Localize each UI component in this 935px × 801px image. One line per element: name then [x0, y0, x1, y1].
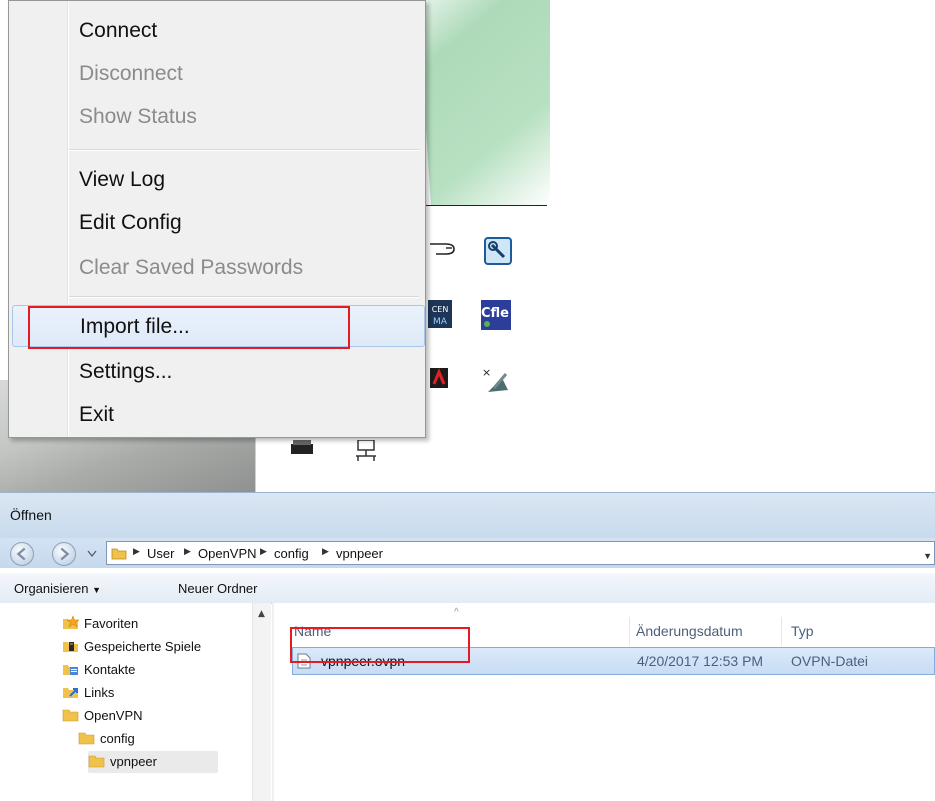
address-dropdown-icon[interactable]: ▼	[923, 551, 932, 561]
dialog-toolbar: Organisieren ▼ Neuer Ordner	[0, 573, 935, 604]
saved-games-icon	[62, 638, 80, 654]
panel-divider	[425, 205, 547, 206]
cfile-icon[interactable]: Cfle	[481, 300, 511, 330]
navigation-row: ▶ User ▶ OpenVPN ▶ config ▶ vpnpeer ▼	[0, 538, 935, 568]
navigation-pane-scrollbar[interactable]: ▲	[252, 603, 271, 801]
breadcrumb-vpnpeer[interactable]: vpnpeer	[336, 546, 383, 561]
svg-text:×: ×	[482, 366, 491, 379]
column-divider[interactable]	[629, 617, 630, 645]
tray-context-menu: Connect Disconnect Show Status View Log …	[8, 0, 426, 438]
breadcrumb-separator: ▶	[184, 546, 191, 556]
forward-arrow-icon	[60, 547, 70, 561]
dialog-title: Öffnen	[10, 507, 52, 523]
app-shortcut-icon[interactable]: CEN MA	[428, 300, 452, 328]
tree-item-vpnpeer[interactable]: vpnpeer	[88, 751, 218, 773]
chevron-down-icon: ▼	[92, 585, 101, 595]
file-date: 4/20/2017 12:53 PM	[637, 653, 764, 669]
menu-item-settings[interactable]: Settings...	[11, 352, 421, 392]
breadcrumb-separator: ▶	[133, 546, 140, 556]
breadcrumb-config[interactable]: config	[274, 546, 309, 561]
navigation-pane: Favoriten Gespeicherte Spiele Kontakte L…	[0, 603, 270, 801]
drive-icon[interactable]	[291, 440, 313, 456]
column-divider[interactable]	[781, 617, 782, 645]
column-header-date[interactable]: Änderungsdatum	[636, 623, 743, 639]
organize-button[interactable]: Organisieren ▼	[14, 581, 101, 596]
contacts-icon	[62, 661, 80, 677]
breadcrumb-separator: ▶	[322, 546, 329, 556]
menu-item-clear-saved-passwords[interactable]: Clear Saved Passwords	[11, 248, 421, 288]
chevron-down-icon	[87, 550, 97, 557]
desktop-area: CEN MA Cfle × Connect Disconnect Show Sta…	[0, 0, 935, 492]
column-header-type[interactable]: Typ	[791, 623, 814, 639]
sort-ascending-icon: ^	[454, 607, 459, 618]
folder-icon	[78, 730, 96, 746]
menu-item-edit-config[interactable]: Edit Config	[11, 203, 421, 243]
folder-icon	[88, 753, 106, 769]
breadcrumb-separator: ▶	[260, 546, 267, 556]
dialog-titlebar: Öffnen	[0, 492, 935, 539]
svg-text:Cfle: Cfle	[481, 306, 509, 321]
wrench-settings-icon[interactable]	[484, 237, 512, 265]
menu-item-exit[interactable]: Exit	[11, 395, 421, 435]
breadcrumb-openvpn[interactable]: OpenVPN	[198, 546, 257, 561]
breadcrumb-user[interactable]: User	[147, 546, 174, 561]
svg-text:CEN: CEN	[432, 305, 449, 314]
new-folder-button[interactable]: Neuer Ordner	[178, 581, 257, 596]
back-arrow-icon	[16, 547, 26, 561]
menu-item-disconnect[interactable]: Disconnect	[11, 54, 421, 94]
import-file-annotation-box	[28, 306, 350, 349]
file-annotation-box	[290, 627, 470, 663]
menu-item-show-status[interactable]: Show Status	[11, 97, 421, 137]
menu-separator	[69, 296, 419, 298]
address-bar[interactable]: ▶ User ▶ OpenVPN ▶ config ▶ vpnpeer ▼	[106, 541, 935, 565]
star-folder-icon	[62, 615, 80, 631]
x-tool-icon[interactable]: ×	[480, 364, 510, 396]
menu-item-view-log[interactable]: View Log	[11, 160, 421, 200]
links-icon	[62, 684, 80, 700]
menu-item-connect[interactable]: Connect	[11, 11, 421, 51]
recent-locations-dropdown[interactable]	[87, 550, 97, 558]
network-icon[interactable]	[354, 440, 378, 462]
file-type: OVPN-Datei	[791, 653, 869, 669]
back-button[interactable]	[10, 542, 34, 566]
hand-cursor-icon[interactable]	[428, 236, 458, 260]
scroll-up-icon[interactable]: ▲	[258, 609, 265, 619]
folder-icon	[62, 707, 80, 723]
adobe-icon[interactable]	[430, 368, 448, 388]
menu-separator	[69, 149, 419, 151]
folder-icon	[111, 548, 127, 560]
forward-button[interactable]	[52, 542, 76, 566]
svg-text:MA: MA	[433, 317, 448, 327]
